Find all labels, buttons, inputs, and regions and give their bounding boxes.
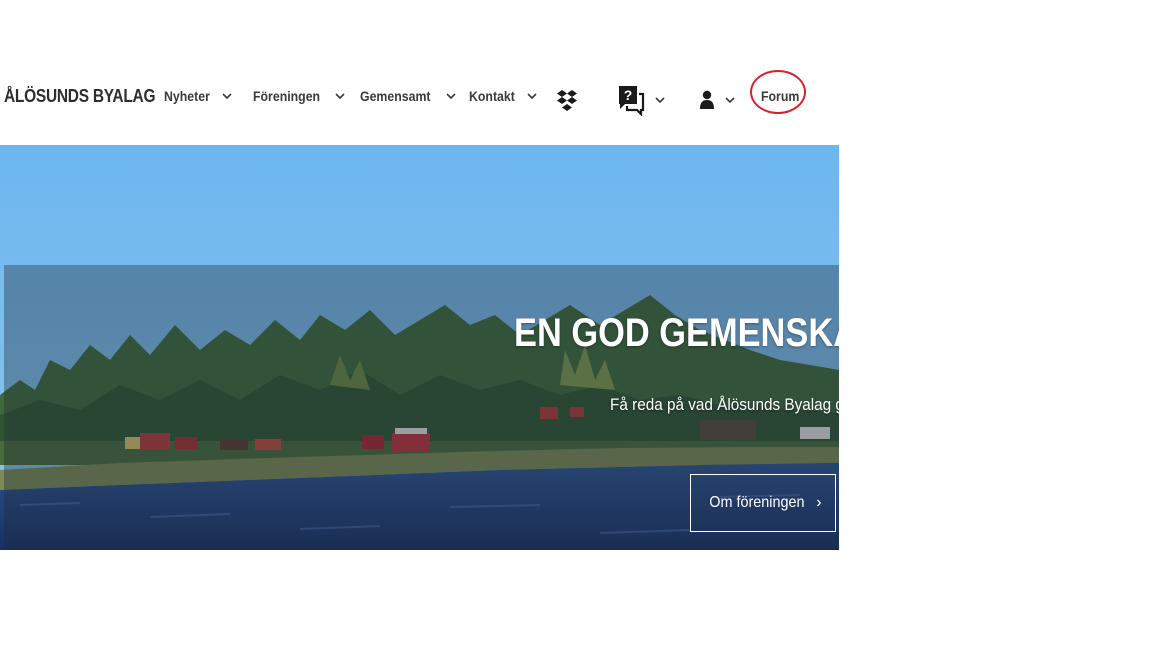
help-chat-icon: ? xyxy=(619,86,645,116)
nav-foreningen[interactable]: Föreningen xyxy=(253,88,345,104)
hero-subtitle: Få reda på vad Ålösunds Byalag gör xyxy=(610,395,839,414)
chevron-down-icon xyxy=(725,97,735,104)
nav-nyheter-label: Nyheter xyxy=(164,88,210,104)
about-association-button[interactable]: Om föreningen › xyxy=(690,474,836,532)
nav-kontakt-label: Kontakt xyxy=(469,88,515,104)
user-icon xyxy=(700,90,714,109)
hero-banner: EN GOD GEMENSKAP Få reda på vad Ålösunds… xyxy=(0,145,839,550)
chevron-down-icon xyxy=(446,93,456,100)
chevron-down-icon xyxy=(335,93,345,100)
svg-text:?: ? xyxy=(624,87,633,103)
top-navbar: ÅLÖSUNDS BYALAG Nyheter Föreningen Gemen… xyxy=(0,62,840,134)
about-association-label: Om föreningen xyxy=(709,494,805,511)
forum-link[interactable]: Forum xyxy=(761,88,799,104)
chevron-down-icon xyxy=(527,93,537,100)
user-menu[interactable] xyxy=(699,90,735,110)
nav-gemensamt-label: Gemensamt xyxy=(360,88,431,104)
dropbox-button[interactable] xyxy=(556,89,578,113)
chevron-right-icon: › xyxy=(816,494,822,511)
forum-link-wrapper: Forum xyxy=(750,70,810,118)
nav-nyheter[interactable]: Nyheter xyxy=(164,88,232,104)
help-menu[interactable]: ? xyxy=(617,84,665,116)
nav-foreningen-label: Föreningen xyxy=(253,88,321,104)
hero-title: EN GOD GEMENSKAP xyxy=(514,311,839,355)
chevron-down-icon xyxy=(655,97,665,104)
site-brand[interactable]: ÅLÖSUNDS BYALAG xyxy=(4,86,155,107)
nav-gemensamt[interactable]: Gemensamt xyxy=(360,88,456,104)
nav-kontakt[interactable]: Kontakt xyxy=(469,88,537,104)
chevron-down-icon xyxy=(222,93,232,100)
dropbox-icon xyxy=(557,90,577,111)
